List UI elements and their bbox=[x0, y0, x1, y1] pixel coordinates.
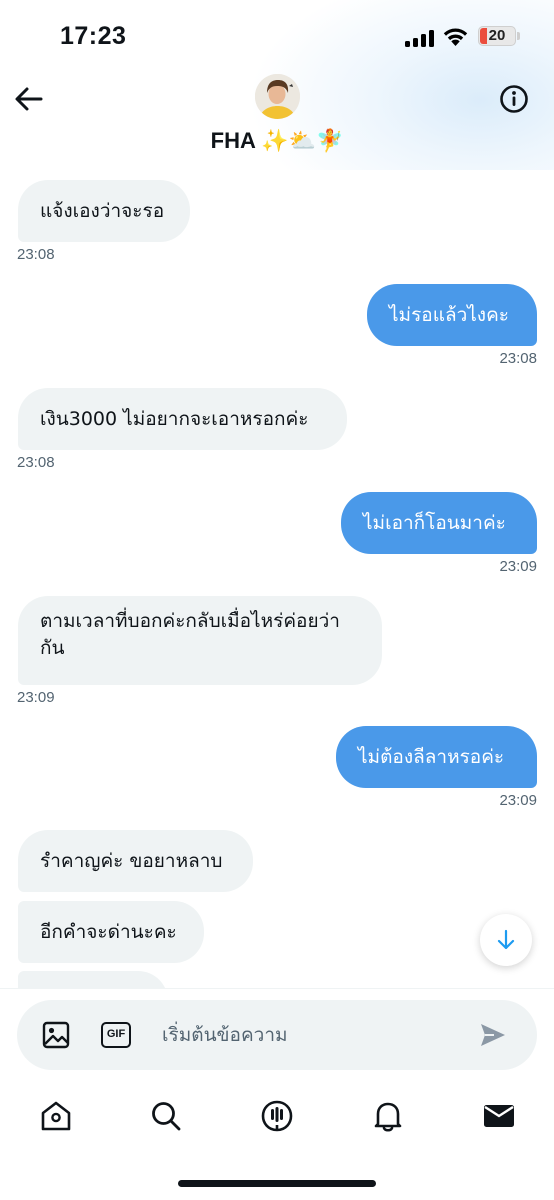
message-bubble-incoming[interactable]: แจ้งเองว่าจะรอ bbox=[18, 180, 190, 242]
nav-notifications-button[interactable] bbox=[371, 1099, 405, 1133]
battery-icon: 20 bbox=[478, 26, 516, 46]
status-time: 17:23 bbox=[60, 22, 127, 50]
bell-icon bbox=[374, 1102, 402, 1132]
status-bar: 17:23 20 bbox=[0, 0, 554, 72]
message-text: ไม่รอแล้วไงคะ bbox=[389, 303, 510, 326]
send-icon bbox=[481, 1024, 505, 1046]
message-composer: GIF bbox=[17, 1000, 537, 1070]
arrow-left-icon bbox=[15, 87, 43, 111]
nav-search-button[interactable] bbox=[149, 1099, 183, 1133]
nav-spaces-button[interactable] bbox=[260, 1099, 294, 1133]
back-button[interactable] bbox=[14, 84, 44, 114]
cellular-signal-icon bbox=[405, 30, 434, 47]
contact-avatar[interactable] bbox=[255, 74, 300, 119]
scroll-to-bottom-button[interactable] bbox=[480, 914, 532, 966]
home-icon bbox=[41, 1101, 71, 1131]
message-list[interactable]: แจ้งเองว่าจะรอ 23:08 ไม่รอแล้วไงคะ 23:08… bbox=[0, 170, 554, 988]
message-timestamp: 23:08 bbox=[17, 454, 55, 471]
message-input[interactable] bbox=[162, 1016, 462, 1054]
message-bubble-incoming[interactable]: รำคาญค่ะ ขอยาหลาบ bbox=[18, 830, 253, 892]
gif-button[interactable]: GIF bbox=[101, 1022, 131, 1048]
info-circle-icon bbox=[500, 85, 528, 113]
composer-divider bbox=[0, 988, 554, 989]
info-button[interactable] bbox=[499, 84, 529, 114]
message-text: ไม่ต้องลีลาหรอค่ะ bbox=[358, 745, 505, 768]
message-timestamp: 23:08 bbox=[499, 350, 537, 367]
home-indicator bbox=[178, 1180, 376, 1187]
avatar-photo bbox=[255, 74, 300, 119]
wifi-icon bbox=[443, 28, 468, 46]
nav-home-button[interactable] bbox=[39, 1099, 73, 1133]
message-timestamp: 23:09 bbox=[499, 558, 537, 575]
message-timestamp: 23:09 bbox=[17, 689, 55, 706]
contact-emoji: ✨⛅🧚 bbox=[261, 128, 344, 153]
message-bubble-outgoing[interactable]: ไม่เอาก็โอนมาค่ะ bbox=[341, 492, 537, 554]
message-timestamp: 23:08 bbox=[17, 246, 55, 263]
message-bubble-outgoing[interactable]: ไม่ต้องลีลาหรอค่ะ bbox=[336, 726, 537, 788]
battery-level: 20 bbox=[488, 27, 506, 44]
message-bubble-incoming[interactable]: เงิน3000 ไม่อยากจะเอาหรอกค่ะ bbox=[18, 388, 347, 450]
message-text: ไม่เอาก็โอนมาค่ะ bbox=[363, 511, 506, 534]
bottom-navigation bbox=[0, 1085, 554, 1150]
message-text: เงิน3000 ไม่อยากจะเอาหรอกค่ะ bbox=[40, 407, 309, 430]
message-text-line-2: กัน bbox=[40, 637, 65, 659]
battery-cap bbox=[517, 32, 520, 40]
message-bubble-incoming[interactable]: อีกคำจะด่านะคะ bbox=[18, 901, 204, 963]
contact-name: FHA bbox=[210, 128, 256, 153]
dm-screen: 17:23 20 FHA ✨⛅🧚 แจ้งเองว่าจะรอ 23:08 ไม… bbox=[0, 0, 554, 1200]
image-button[interactable] bbox=[42, 1021, 70, 1049]
message-text: อีกคำจะด่านะคะ bbox=[40, 920, 177, 943]
spaces-microphone-icon bbox=[261, 1100, 293, 1132]
message-text: รำคาญค่ะ ขอยาหลาบ bbox=[40, 849, 223, 872]
search-icon bbox=[152, 1102, 181, 1131]
message-bubble-incoming-partial[interactable] bbox=[18, 971, 168, 988]
arrow-down-icon bbox=[497, 929, 515, 950]
send-button[interactable] bbox=[479, 1022, 507, 1048]
image-icon bbox=[42, 1021, 70, 1049]
message-text-line-1: ตามเวลาที่บอกค่ะกลับเมื่อไหร่ค่อยว่า bbox=[40, 610, 340, 632]
message-bubble-outgoing[interactable]: ไม่รอแล้วไงคะ bbox=[367, 284, 537, 346]
envelope-icon bbox=[484, 1105, 514, 1127]
message-timestamp: 23:09 bbox=[499, 792, 537, 809]
nav-messages-button[interactable] bbox=[482, 1099, 516, 1133]
message-bubble-incoming[interactable]: ตามเวลาที่บอกค่ะกลับเมื่อไหร่ค่อยว่า กัน bbox=[18, 596, 382, 685]
contact-name-row[interactable]: FHA ✨⛅🧚 bbox=[0, 128, 554, 154]
message-text: แจ้งเองว่าจะรอ bbox=[40, 199, 165, 222]
